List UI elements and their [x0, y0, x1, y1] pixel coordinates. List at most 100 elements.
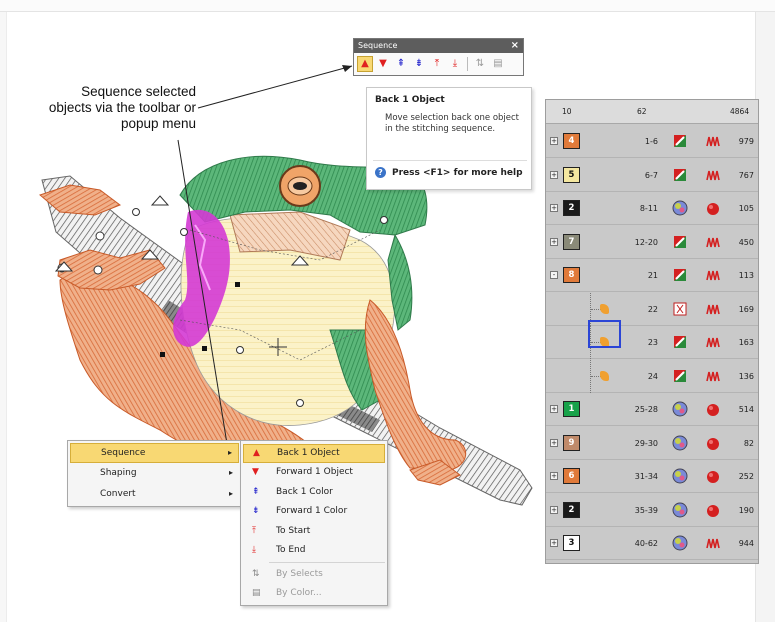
- expand-toggle-icon[interactable]: +: [550, 472, 558, 480]
- back-1-object-icon: ▲: [253, 448, 260, 458]
- expand-toggle-icon[interactable]: +: [550, 405, 558, 413]
- docker-row[interactable]: 23 163: [546, 326, 758, 359]
- color-swatch[interactable]: 4: [563, 133, 580, 149]
- submenu-item-by-color[interactable]: ▤ By Color...: [243, 584, 385, 603]
- stitch-count: 105: [738, 204, 754, 213]
- expand-toggle-icon[interactable]: +: [550, 539, 558, 547]
- by-color-icon: ▤: [252, 588, 261, 598]
- menu-item-shaping[interactable]: Shaping ▸: [70, 463, 239, 483]
- to-start-icon[interactable]: ⤒: [429, 56, 445, 72]
- forward-1-object-icon[interactable]: ▼: [375, 56, 391, 72]
- back-1-color-icon: ⇞: [252, 487, 260, 497]
- object-shape-icon: [600, 303, 609, 314]
- sequence-toolbar-title[interactable]: Sequence ×: [354, 39, 523, 53]
- expand-toggle-icon[interactable]: +: [550, 137, 558, 145]
- expand-toggle-icon[interactable]: +: [550, 505, 558, 514]
- menu-item-label: Convert: [100, 489, 136, 499]
- ball-icon: [706, 201, 720, 215]
- docker-row[interactable]: +9 29-30 82: [546, 427, 758, 460]
- object-range: 6-7: [644, 170, 658, 180]
- docker-row[interactable]: +2 35-39 190: [546, 494, 758, 527]
- submenu-item-back-1-color[interactable]: ⇞ Back 1 Color: [243, 483, 385, 502]
- fill-icon: [672, 435, 688, 451]
- ball-icon: [706, 402, 720, 416]
- submenu-item-to-start[interactable]: ⤒ To Start: [243, 522, 385, 541]
- submenu-item-label: To Start: [276, 526, 311, 536]
- stitch-count: 169: [738, 304, 754, 314]
- fill-icon: [672, 535, 688, 551]
- docker-row[interactable]: 22 169: [546, 292, 758, 326]
- docker-row[interactable]: +5 6-7 767: [546, 159, 758, 192]
- by-color-icon[interactable]: ▤: [490, 56, 506, 72]
- color-swatch[interactable]: 5: [563, 166, 580, 183]
- color-swatch[interactable]: 3: [563, 535, 580, 551]
- forward-1-object-icon: ▼: [252, 467, 259, 477]
- submenu-item-back-1-object[interactable]: ▲ Back 1 Object: [243, 444, 385, 463]
- sequence-docker: 10 62 4864 +4 1-6 979 +5 6-7 767 +2 8-11 105 +7 12…: [545, 99, 759, 564]
- docker-row[interactable]: +2 8-11 105: [546, 192, 758, 225]
- submenu-item-label: Back 1 Color: [276, 487, 333, 497]
- submenu-item-to-end[interactable]: ⤓ To End: [243, 541, 385, 560]
- back-1-object-icon[interactable]: ▲: [357, 56, 373, 72]
- stitch-red-icon: [706, 536, 720, 550]
- to-start-icon: ⤒: [252, 526, 256, 536]
- forward-1-color-icon[interactable]: ⇟: [411, 56, 427, 72]
- stitch-count: 136: [738, 371, 754, 381]
- color-swatch[interactable]: 8: [563, 267, 580, 283]
- by-selects-icon[interactable]: ⇅: [472, 56, 488, 72]
- submenu-arrow-icon: ▸: [228, 468, 233, 477]
- selected-object-highlight[interactable]: [588, 320, 621, 348]
- menu-item-label: Shaping: [100, 468, 137, 478]
- to-end-icon: ⤓: [252, 545, 256, 555]
- help-icon: ?: [375, 167, 386, 178]
- stitch-count: 450: [738, 237, 754, 247]
- ball-icon: [706, 503, 720, 517]
- stitch-red-icon: [706, 302, 720, 316]
- submenu-item-forward-1-color[interactable]: ⇟ Forward 1 Color: [243, 502, 385, 521]
- stitch-count: 944: [738, 539, 754, 548]
- submenu-item-label: Back 1 Object: [277, 448, 340, 458]
- stitch-count: 979: [738, 137, 754, 146]
- expand-toggle-icon[interactable]: +: [550, 237, 558, 246]
- stitch-count: 82: [743, 438, 754, 448]
- stitch-count: 163: [738, 338, 754, 347]
- submenu-item-by-selects[interactable]: ⇅ By Selects: [243, 565, 385, 584]
- docker-row[interactable]: 24 136: [546, 359, 758, 393]
- submenu-item-label: To End: [276, 545, 306, 555]
- docker-row[interactable]: +7 12-20 450: [546, 226, 758, 259]
- menu-item-convert[interactable]: Convert ▸: [70, 484, 239, 504]
- close-icon[interactable]: ×: [511, 39, 519, 53]
- expand-toggle-icon[interactable]: -: [550, 271, 558, 279]
- expand-toggle-icon[interactable]: +: [550, 204, 558, 212]
- submenu-divider: [269, 562, 385, 563]
- stitch-count: 190: [738, 505, 754, 515]
- object-range: 8-11: [639, 204, 658, 213]
- to-end-icon[interactable]: ⤓: [447, 56, 463, 72]
- stitch-count: 252: [738, 472, 754, 481]
- submenu-item-label: Forward 1 Color: [276, 506, 348, 516]
- sequence-toolbar-title-text: Sequence: [358, 41, 398, 50]
- fill-icon: [672, 468, 688, 484]
- expand-toggle-icon[interactable]: +: [550, 438, 558, 447]
- object-shape-icon: [600, 370, 609, 381]
- color-swatch[interactable]: 6: [563, 468, 580, 484]
- back-1-color-icon[interactable]: ⇞: [393, 56, 409, 72]
- submenu-arrow-icon: ▸: [227, 448, 232, 457]
- color-swatch[interactable]: 2: [563, 200, 580, 216]
- color-swatch[interactable]: 2: [563, 501, 580, 518]
- docker-row[interactable]: +3 40-62 944: [546, 527, 758, 560]
- menu-item-sequence[interactable]: Sequence ▸: [70, 443, 239, 463]
- color-swatch[interactable]: 7: [563, 233, 580, 250]
- color-swatch[interactable]: 9: [563, 434, 580, 451]
- docker-row[interactable]: -8 21 113: [546, 259, 758, 292]
- submenu-item-forward-1-object[interactable]: ▼ Forward 1 Object: [243, 463, 385, 482]
- object-range: 29-30: [634, 438, 658, 448]
- docker-row[interactable]: +1 25-28 514: [546, 393, 758, 426]
- satin-icon: [672, 368, 688, 384]
- expand-toggle-icon[interactable]: +: [550, 170, 558, 179]
- docker-row[interactable]: +6 31-34 252: [546, 460, 758, 493]
- docker-row[interactable]: +4 1-6 979: [546, 125, 758, 158]
- ball-icon: [706, 436, 720, 450]
- color-swatch[interactable]: 1: [563, 401, 580, 417]
- ball-icon: [706, 469, 720, 483]
